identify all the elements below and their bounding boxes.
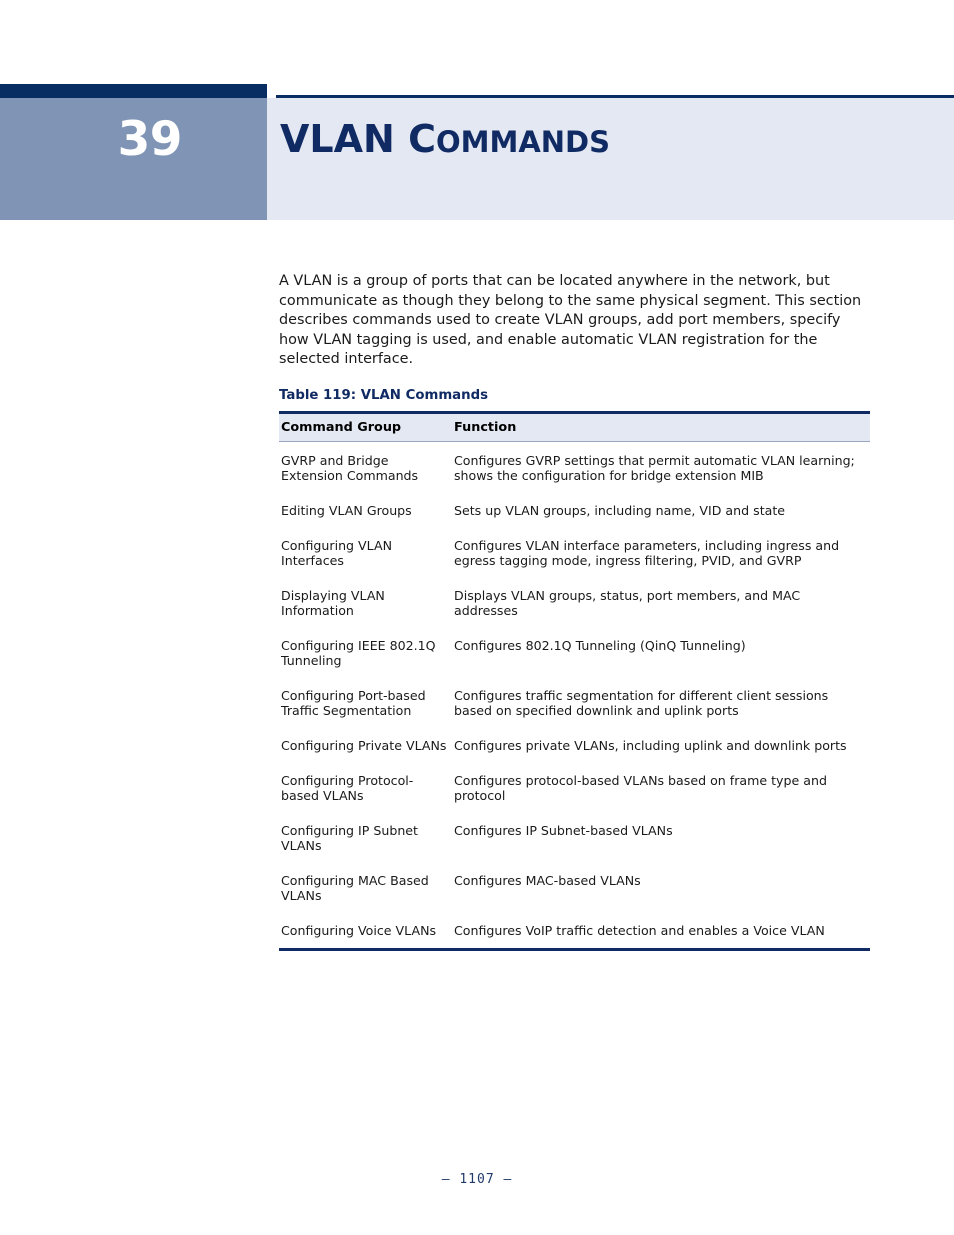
- chapter-number-block: 39: [0, 98, 267, 220]
- table-row: Displaying VLAN Information Displays VLAN…: [279, 578, 870, 628]
- function-description: Configures private VLANs, including upli…: [454, 737, 847, 753]
- command-group-link[interactable]: Configuring Port-based Traffic Segmentat…: [279, 678, 452, 728]
- vlan-commands-table: Command Group Function GVRP and Bridge E…: [279, 410, 870, 951]
- chapter-number: 39: [117, 112, 183, 167]
- table-row: Configuring IEEE 802.1Q Tunneling Configu…: [279, 628, 870, 678]
- function-description: Sets up VLAN groups, including name, VID…: [454, 502, 786, 518]
- table-caption: Table 119: VLAN Commands: [279, 387, 489, 403]
- command-group-link[interactable]: Configuring Voice VLANs: [279, 912, 452, 951]
- function-description: Configures traffic segmentation for diff…: [454, 687, 829, 718]
- table-row: Configuring MAC Based VLANs Configures MA…: [279, 863, 870, 913]
- page-title: VLAN COMMANDS: [280, 120, 610, 158]
- table-row: Editing VLAN Groups Sets up VLAN groups, …: [279, 493, 870, 528]
- function-description: Configures MAC-based VLANs: [454, 872, 641, 888]
- function-description: Configures VoIP traffic detection and en…: [452, 912, 870, 951]
- chapter-title-block: VLAN COMMANDS: [267, 98, 954, 220]
- column-header-command-group: Command Group: [279, 410, 452, 442]
- chapter-header: 39 VLAN COMMANDS: [0, 84, 954, 220]
- command-group-link[interactable]: Configuring MAC Based VLANs: [279, 863, 452, 913]
- command-group-link[interactable]: GVRP and Bridge Extension Commands: [279, 441, 452, 493]
- table-row: Configuring VLAN Interfaces Configures VL…: [279, 528, 870, 578]
- page-title-lead: VLAN C: [280, 117, 436, 161]
- command-group-link[interactable]: Configuring IP Subnet VLANs: [279, 813, 452, 863]
- table-header-row: Command Group Function: [279, 410, 870, 442]
- command-group-link[interactable]: Editing VLAN Groups: [279, 493, 452, 528]
- function-description: Configures VLAN interface parameters, in…: [454, 537, 840, 568]
- table-row: Configuring IP Subnet VLANs Configures IP…: [279, 813, 870, 863]
- table-row: Configuring Protocol-based VLANs Configur…: [279, 763, 870, 813]
- command-group-link[interactable]: Configuring IEEE 802.1Q Tunneling: [279, 628, 452, 678]
- intro-paragraph: A VLAN is a group of ports that can be l…: [279, 273, 862, 368]
- function-description: Configures GVRP settings that permit aut…: [454, 452, 855, 483]
- chapter-rule-thick: [0, 84, 267, 98]
- table-header: Command Group Function: [279, 410, 870, 442]
- page-title-rest: OMMANDS: [435, 125, 610, 159]
- table-row: Configuring Voice VLANs Configures VoIP t…: [279, 912, 870, 951]
- table-row: Configuring Private VLANs Configures priv…: [279, 728, 870, 763]
- table-row: Configuring Port-based Traffic Segmentat…: [279, 678, 870, 728]
- command-group-link[interactable]: Displaying VLAN Information: [279, 578, 452, 628]
- column-header-function: Function: [452, 410, 870, 442]
- function-description: Configures protocol-based VLANs based on…: [454, 772, 827, 803]
- page-number-footer: – 1107 –: [441, 1172, 513, 1187]
- table-body: GVRP and Bridge Extension Commands Config…: [279, 441, 870, 951]
- function-description: Configures IP Subnet-based VLANs: [454, 822, 673, 838]
- table-row: GVRP and Bridge Extension Commands Config…: [279, 441, 870, 493]
- command-group-link[interactable]: Configuring Private VLANs: [279, 728, 452, 763]
- function-description: Configures 802.1Q Tunneling (QinQ Tunnel…: [454, 637, 746, 653]
- function-description: Displays VLAN groups, status, port membe…: [454, 587, 801, 618]
- content-column: A VLAN is a group of ports that can be l…: [279, 272, 870, 951]
- command-group-link[interactable]: Configuring Protocol-based VLANs: [279, 763, 452, 813]
- command-group-link[interactable]: Configuring VLAN Interfaces: [279, 528, 452, 578]
